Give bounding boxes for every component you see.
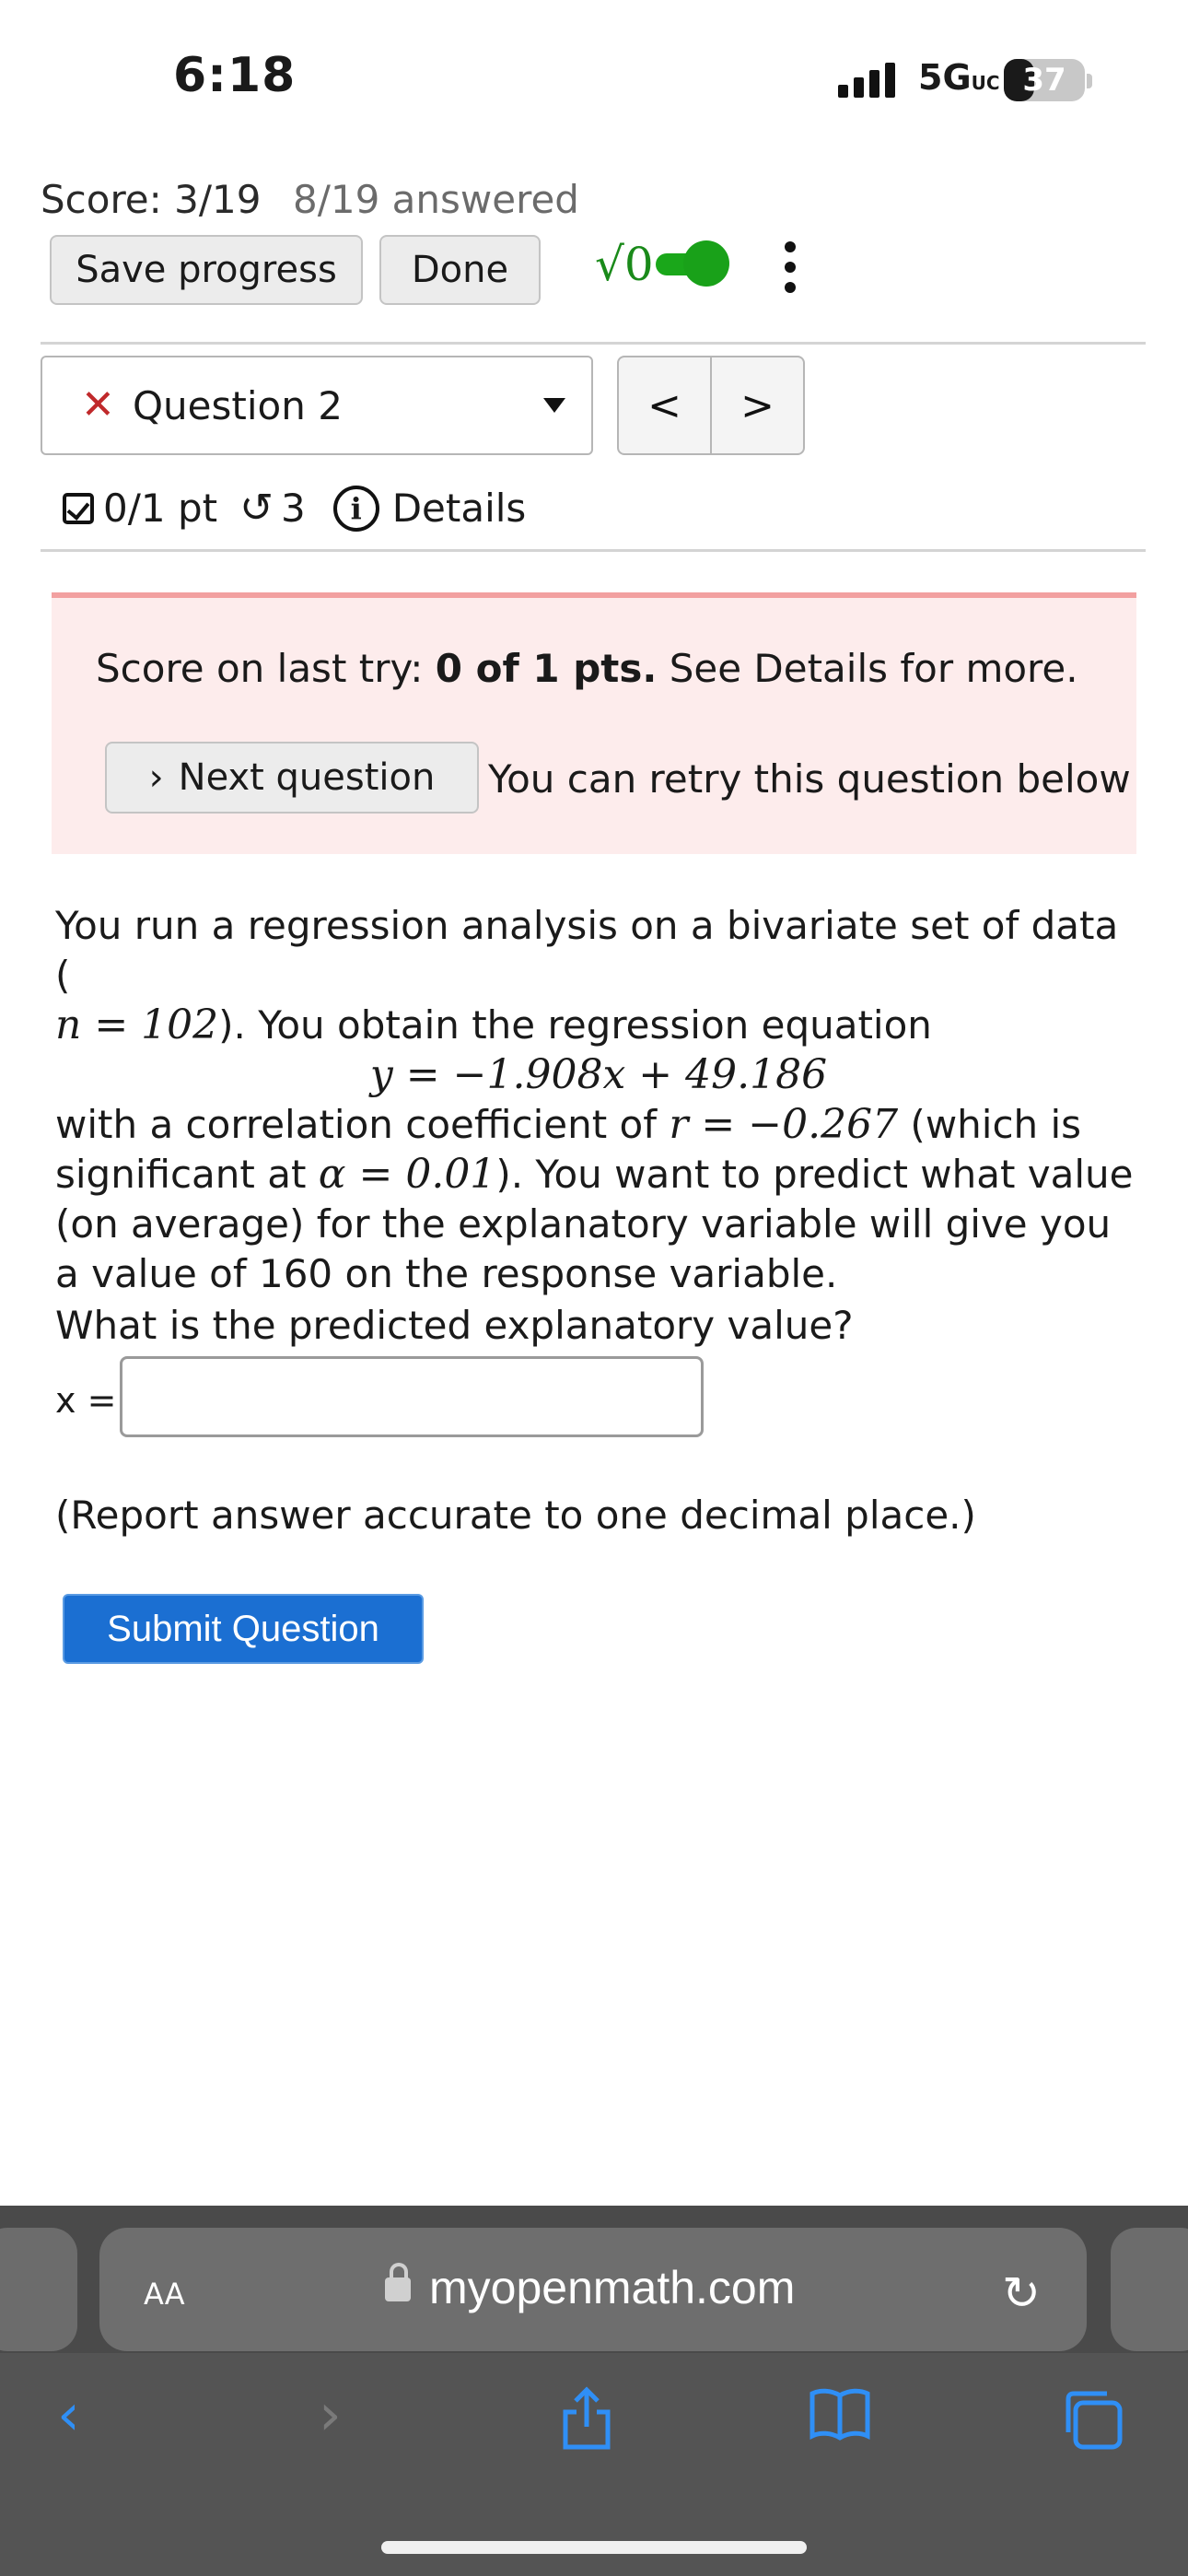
n-value: n = 102 — [55, 1001, 219, 1048]
cellular-signal-icon — [838, 61, 895, 98]
submit-question-button[interactable]: Submit Question — [63, 1594, 424, 1664]
answered-count: 8/19 answered — [293, 177, 579, 222]
retry-icon: ↺ — [239, 485, 274, 532]
reload-icon[interactable]: ↻ — [1002, 2266, 1041, 2320]
battery-icon: 37 — [1004, 59, 1085, 101]
question-select[interactable]: ✕ Question 2 — [41, 356, 593, 455]
next-question-label: Next question — [178, 756, 436, 799]
chevron-right-icon: › — [148, 756, 164, 799]
retry-text: You can retry this question below — [488, 756, 1131, 802]
question-meta: 0/1 pt ↺ 3 i Details — [63, 485, 526, 532]
question-nav-group: < > — [617, 356, 805, 455]
question-prompt: What is the predicted explanatory value? — [55, 1303, 854, 1348]
status-time: 6:18 — [173, 48, 297, 103]
alpha-value: α = 0.01 — [318, 1151, 496, 1198]
back-icon[interactable]: ‹ — [57, 2381, 80, 2448]
answer-label: x = — [55, 1380, 117, 1421]
battery-level: 37 — [1022, 62, 1066, 99]
divider — [41, 549, 1146, 552]
regression-equation: y = −1.908x + 49.186 — [369, 1051, 828, 1098]
previous-tab-preview[interactable] — [0, 2228, 77, 2351]
last-try-alert: Score on last try: 0 of 1 pts. See Detai… — [52, 592, 1136, 854]
battery-tip — [1087, 74, 1092, 88]
sqrt-icon: √0 — [595, 238, 654, 291]
bookmarks-icon[interactable] — [807, 2386, 873, 2455]
details-link[interactable]: Details — [392, 486, 527, 531]
tries-count: 3 — [280, 486, 306, 531]
points-text: 0/1 pt — [103, 486, 218, 531]
url-text[interactable]: myopenmath.com — [429, 2261, 795, 2314]
reader-aa-button[interactable]: AA — [144, 2268, 185, 2313]
incorrect-x-icon: ✕ — [81, 381, 115, 428]
network-type: 5G — [918, 57, 972, 98]
save-progress-button[interactable]: Save progress — [50, 235, 363, 305]
done-button[interactable]: Done — [379, 235, 541, 305]
divider — [41, 342, 1146, 345]
last-try-score: Score on last try: 0 of 1 pts. See Detai… — [96, 646, 1078, 691]
toggle-switch — [655, 240, 729, 287]
problem-text: You run a regression analysis on a bivar… — [55, 901, 1142, 1299]
dropdown-arrow-icon — [543, 398, 565, 413]
home-indicator — [381, 2541, 807, 2554]
next-question-button[interactable]: › Next question — [105, 742, 479, 814]
forward-icon[interactable]: › — [319, 2381, 342, 2448]
question-select-label: Question 2 — [133, 383, 343, 428]
previous-question-button[interactable]: < — [619, 357, 710, 453]
math-display-toggle[interactable]: √0 — [595, 238, 729, 291]
network-indicator: 5GUC — [918, 57, 1000, 98]
tabs-icon[interactable] — [1061, 2388, 1125, 2465]
answer-input[interactable] — [120, 1356, 704, 1437]
checkbox-icon — [63, 492, 94, 524]
more-options-icon[interactable] — [785, 241, 796, 293]
report-instruction: (Report answer accurate to one decimal p… — [55, 1493, 976, 1538]
score-text: Score: 3/19 — [41, 177, 262, 222]
lock-icon — [385, 2263, 411, 2301]
info-icon[interactable]: i — [332, 485, 379, 532]
next-question-arrow-button[interactable]: > — [710, 357, 803, 453]
next-tab-preview[interactable] — [1111, 2228, 1188, 2351]
correlation-value: r = −0.267 — [669, 1101, 899, 1148]
share-icon[interactable] — [558, 2386, 615, 2465]
network-sub: UC — [971, 72, 1000, 94]
